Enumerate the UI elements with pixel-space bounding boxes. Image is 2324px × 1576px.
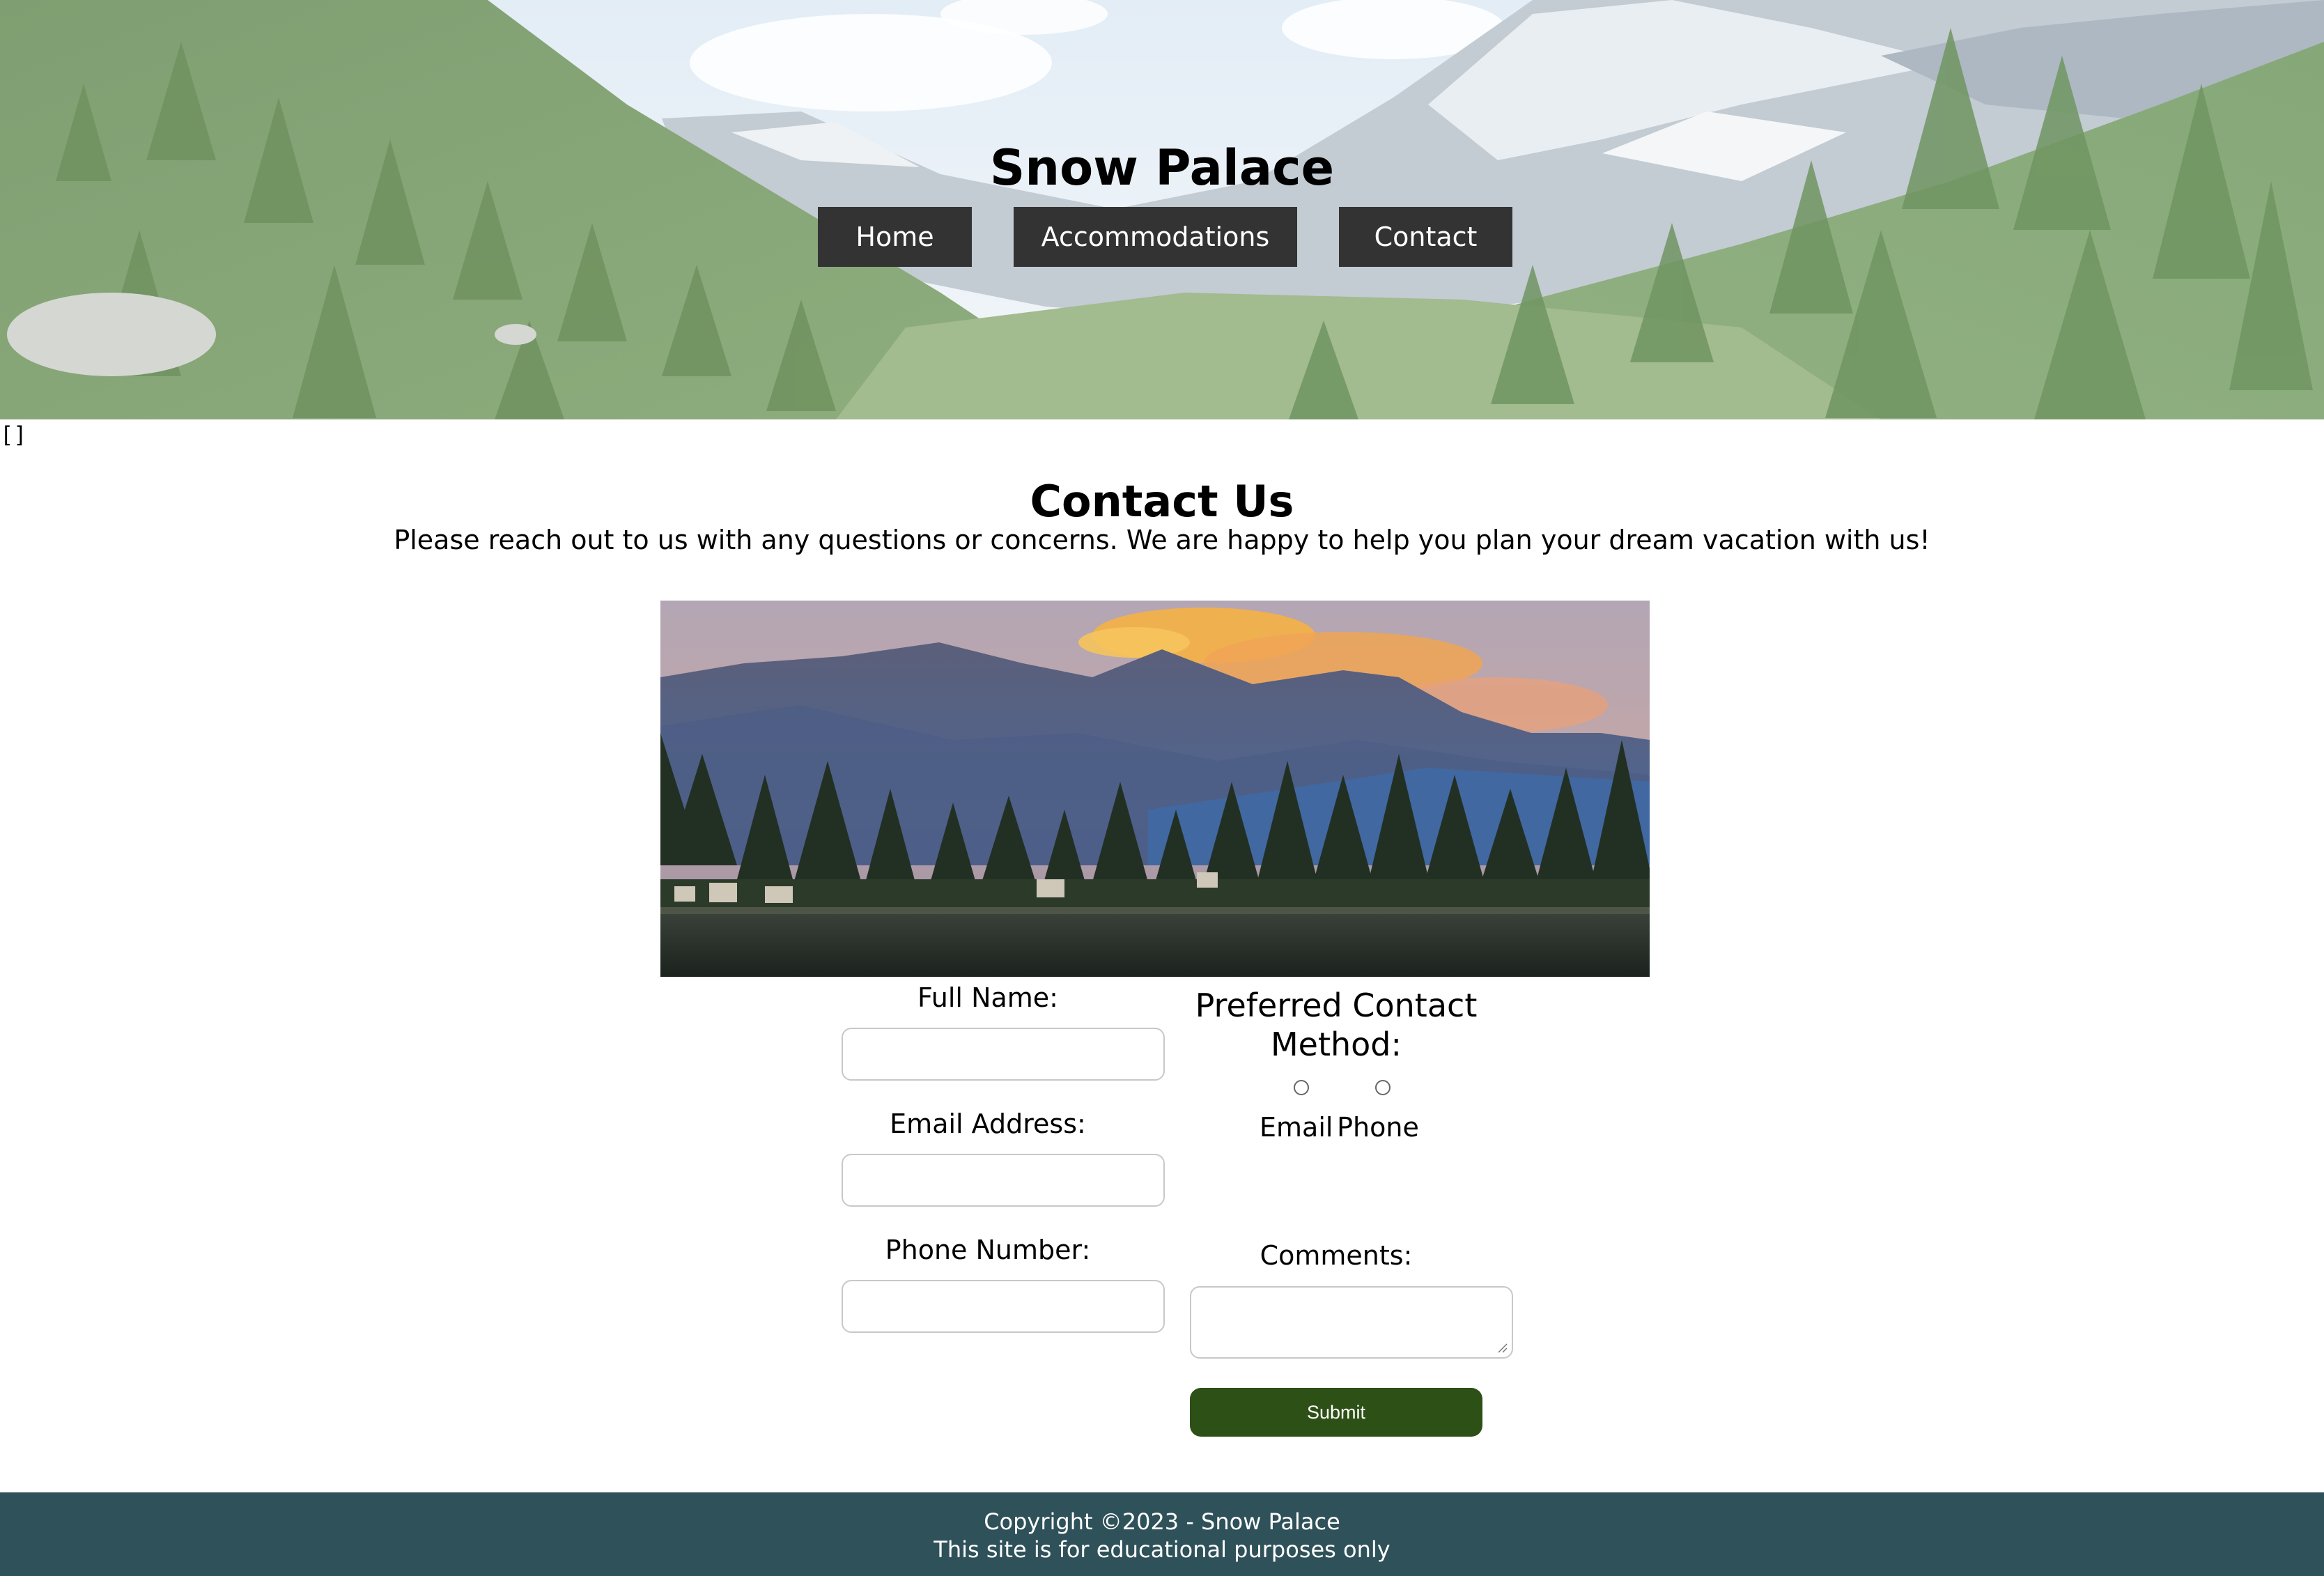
phone-radio[interactable] (1375, 1080, 1390, 1095)
site-title: Snow Palace (989, 139, 1335, 196)
submit-button[interactable]: Submit (1190, 1388, 1482, 1437)
full-name-label: Full Name: (917, 982, 1058, 1013)
email-address-label: Email Address: (890, 1108, 1086, 1139)
comments-label: Comments: (1260, 1240, 1413, 1271)
main-nav: Home Accommodations Contact (0, 207, 2324, 267)
nav-contact-button[interactable]: Contact (1339, 207, 1512, 267)
email-address-input[interactable] (842, 1154, 1165, 1207)
preferred-contact-label: Preferred Contact Method: (1190, 986, 1482, 1064)
contact-intro-text: Please reach out to us with any question… (394, 525, 1930, 555)
hero-banner: Snow Palace Home Accommodations Contact (0, 0, 2324, 419)
preferred-contact-label-line1: Preferred Contact (1195, 987, 1478, 1024)
email-radio-label: Email (1260, 1112, 1333, 1143)
email-radio[interactable] (1294, 1080, 1309, 1095)
comments-textarea[interactable] (1190, 1286, 1513, 1359)
footer-copyright: Copyright ©2023 - Snow Palace (984, 1508, 1340, 1535)
full-name-input[interactable] (842, 1028, 1165, 1081)
resize-grip-icon[interactable] (1496, 1342, 1508, 1353)
preferred-contact-label-line2: Method: (1270, 1026, 1402, 1063)
contact-heading: Contact Us (1030, 476, 1294, 527)
phone-radio-label: Phone (1337, 1112, 1419, 1143)
footer: Copyright ©2023 - Snow Palace This site … (0, 1492, 2324, 1576)
stray-text: [] (0, 422, 27, 448)
contact-lake-image (660, 601, 1650, 977)
footer-disclaimer: This site is for educational purposes on… (934, 1536, 1390, 1563)
phone-number-input[interactable] (842, 1280, 1165, 1333)
nav-home-button[interactable]: Home (818, 207, 972, 267)
nav-accommodations-button[interactable]: Accommodations (1014, 207, 1297, 267)
phone-number-label: Phone Number: (885, 1235, 1091, 1265)
